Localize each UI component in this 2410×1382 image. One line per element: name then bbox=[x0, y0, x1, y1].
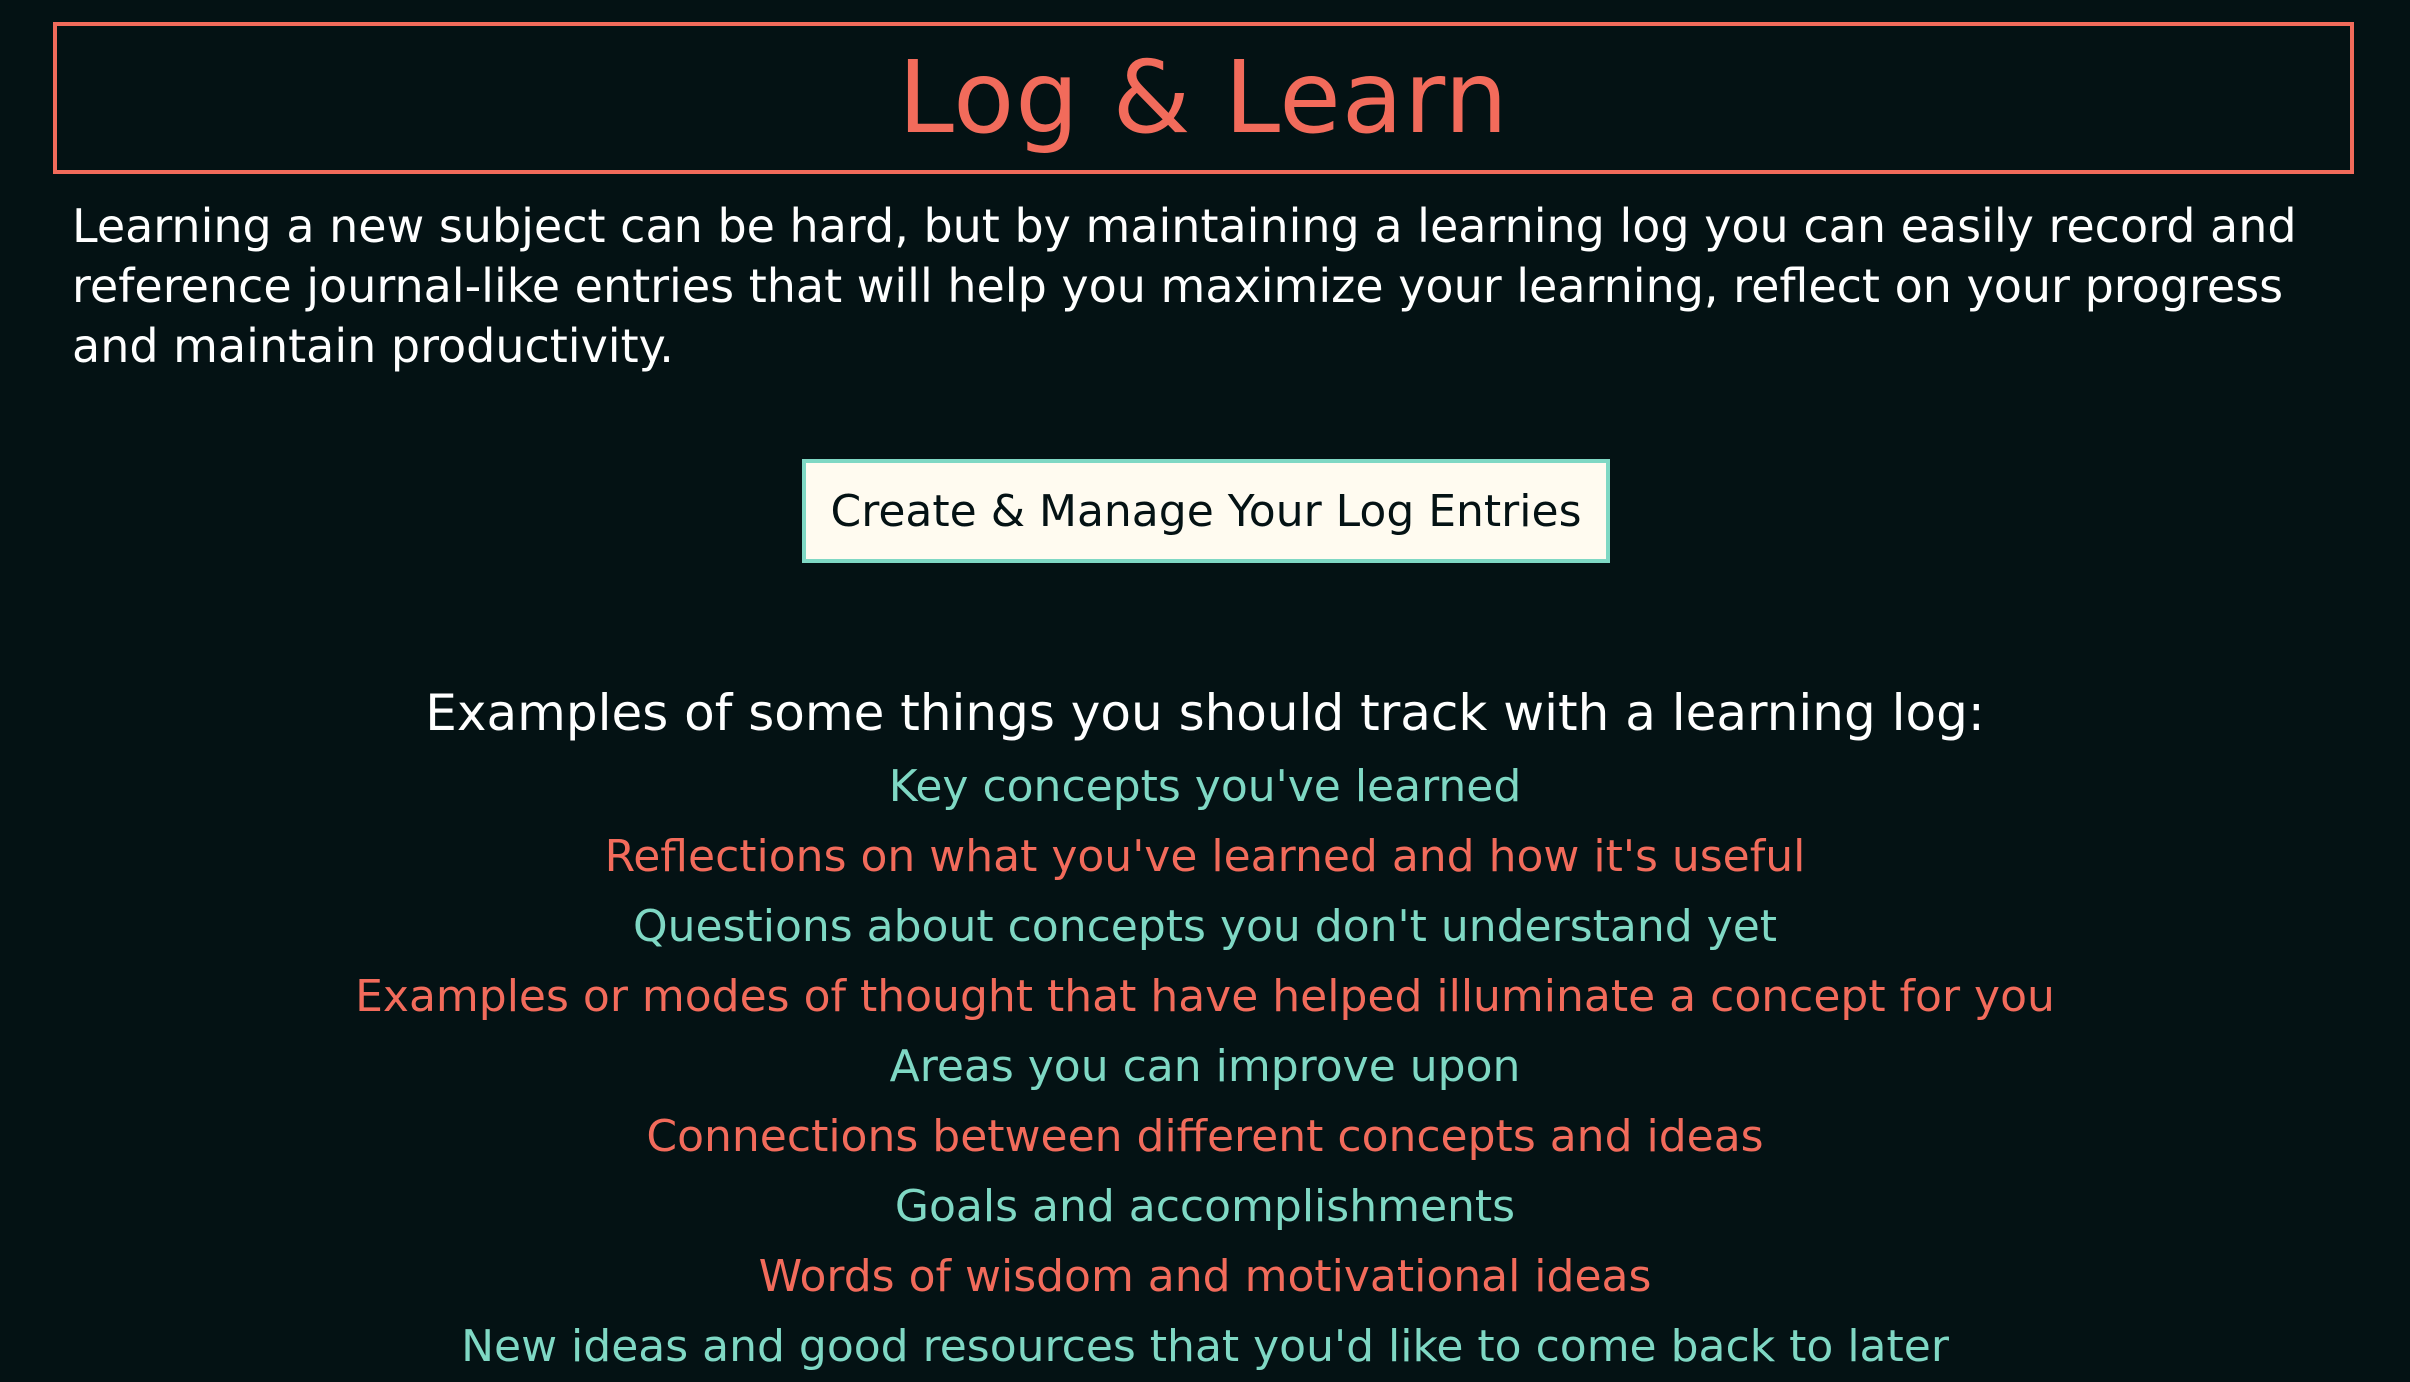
page-title: Log & Learn bbox=[898, 39, 1509, 156]
example-item: Reflections on what you've learned and h… bbox=[604, 831, 1806, 882]
examples-list: Key concepts you've learned Reflections … bbox=[0, 752, 2410, 1382]
example-item: Key concepts you've learned bbox=[888, 761, 1522, 812]
example-item: Questions about concepts you don't under… bbox=[632, 901, 1778, 952]
create-manage-log-entries-button[interactable]: Create & Manage Your Log Entries bbox=[802, 459, 1610, 563]
example-item: New ideas and good resources that you'd … bbox=[461, 1321, 1949, 1372]
example-item: Goals and accomplishments bbox=[894, 1181, 1516, 1232]
examples-heading: Examples of some things you should track… bbox=[425, 684, 1985, 742]
example-item: Areas you can improve upon bbox=[889, 1041, 1521, 1092]
example-item: Connections between different concepts a… bbox=[646, 1111, 1764, 1162]
intro-paragraph: Learning a new subject can be hard, but … bbox=[72, 199, 2297, 373]
example-item: Examples or modes of thought that have h… bbox=[355, 971, 2055, 1022]
page-header: Log & Learn bbox=[53, 22, 2354, 174]
example-item: Words of wisdom and motivational ideas bbox=[758, 1251, 1652, 1302]
